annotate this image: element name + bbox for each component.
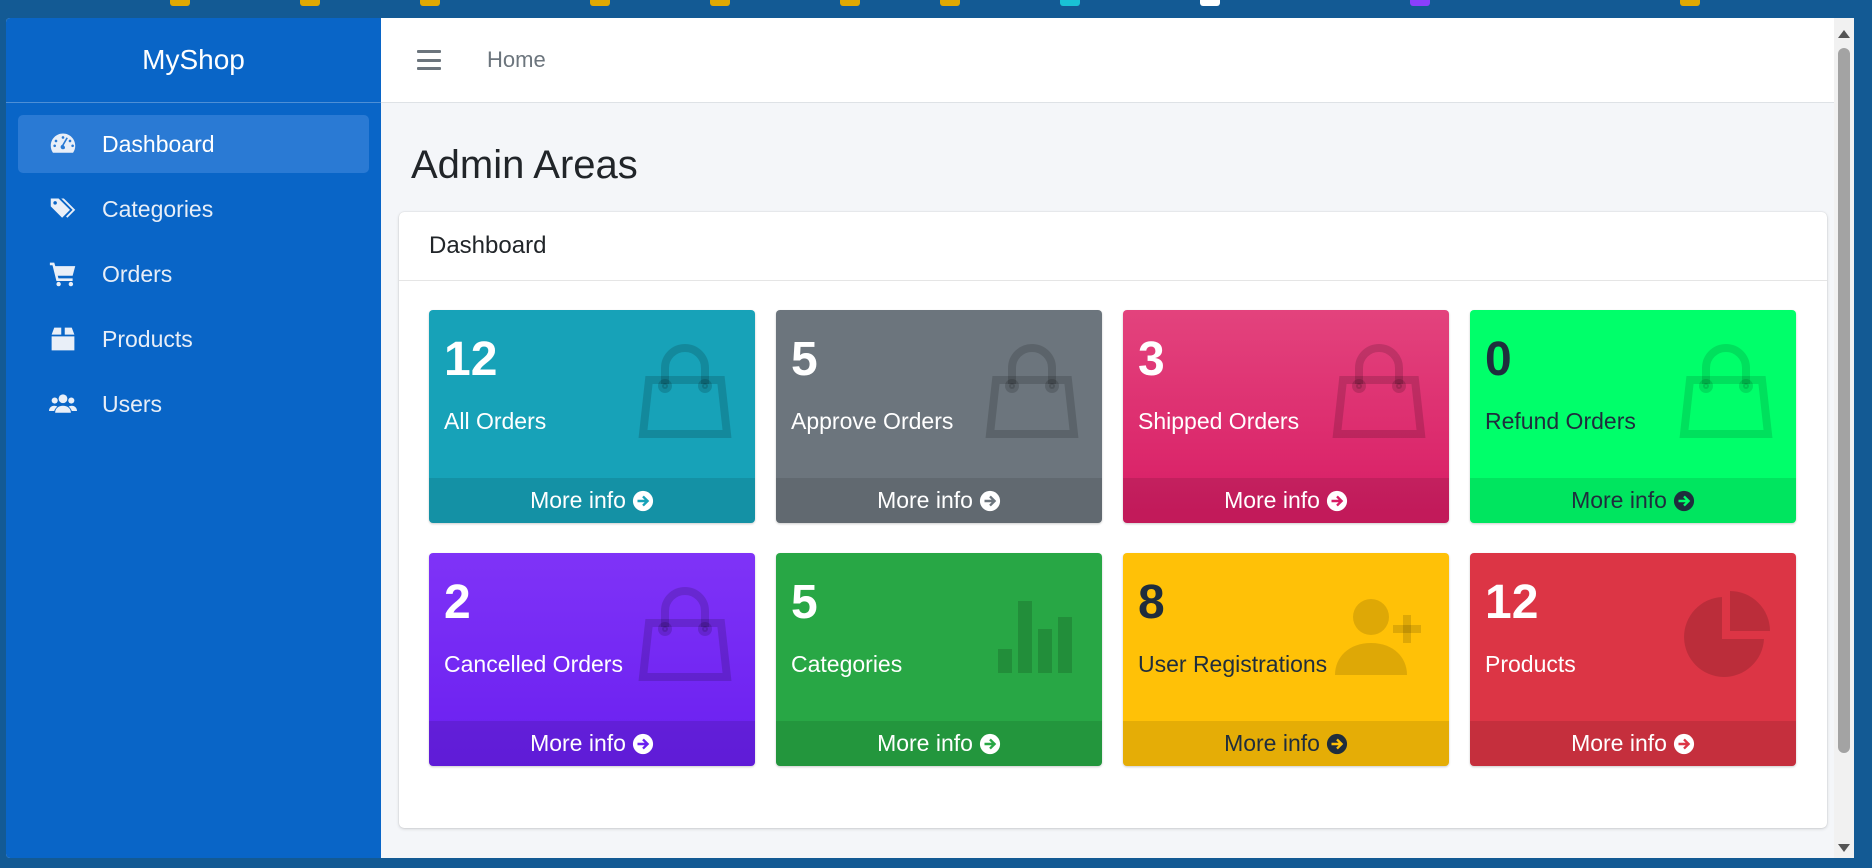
box-icon [46,324,80,354]
more-info-link[interactable]: More info [429,721,755,766]
stat-value: 12 [1485,576,1539,629]
arrow-circle-right-icon [1673,733,1695,754]
sidebar-item-label: Users [102,390,163,417]
more-info-link[interactable]: More info [1123,721,1449,766]
page-title: Admin Areas [411,143,638,187]
user-plus-icon [1331,587,1427,683]
app-window: MyShop Dashboard Categories Orders Produ… [6,18,1854,858]
shopping-bag-icon [1678,344,1774,440]
more-info-link[interactable]: More info [776,478,1102,523]
bar-chart-icon [984,587,1080,683]
arrow-circle-right-icon [1326,733,1348,754]
home-link[interactable]: Home [487,47,546,73]
stat-box-all-orders: 12 All Orders More info [429,310,755,523]
dashboard-card: Dashboard 12 All Orders More info 5 Appr… [399,212,1827,828]
main-content: Home Admin Areas Dashboard 12 All Orders… [381,18,1854,858]
top-navbar: Home [381,18,1854,103]
stat-box-user-registrations: 8 User Registrations More info [1123,553,1449,766]
more-info-label: More info [530,730,626,756]
sidebar-item-dashboard[interactable]: Dashboard [18,115,369,173]
shopping-bag-icon [637,344,733,440]
stat-label: User Registrations [1138,651,1328,677]
stat-value: 5 [791,576,818,629]
stat-box-shipped-orders: 3 Shipped Orders More info [1123,310,1449,523]
tags-icon [46,194,80,224]
more-info-label: More info [530,487,626,513]
stat-value: 12 [444,333,498,386]
brand-logo[interactable]: MyShop [6,18,381,103]
sidebar: MyShop Dashboard Categories Orders Produ… [6,18,381,858]
stat-label: Refund Orders [1485,408,1636,434]
arrow-circle-right-icon [979,733,1001,754]
pie-chart-icon [1678,587,1774,683]
scroll-down-arrow-icon[interactable] [1838,844,1850,852]
sidebar-nav: Dashboard Categories Orders Products Use… [6,103,381,452]
more-info-link[interactable]: More info [429,478,755,523]
stat-box-approve-orders: 5 Approve Orders More info [776,310,1102,523]
stat-label: All Orders [444,408,547,434]
shopping-bag-icon [984,344,1080,440]
more-info-label: More info [877,730,973,756]
more-info-link[interactable]: More info [1470,721,1796,766]
cart-icon [46,259,80,289]
shopping-bag-icon [1331,344,1427,440]
arrow-circle-right-icon [979,490,1001,511]
stat-box-cancelled-orders: 2 Cancelled Orders More info [429,553,755,766]
arrow-circle-right-icon [1326,490,1348,511]
arrow-circle-right-icon [1673,490,1695,511]
more-info-label: More info [1571,730,1667,756]
stat-value: 8 [1138,576,1165,629]
stat-label: Cancelled Orders [444,651,623,677]
stat-box-products: 12 Products More info [1470,553,1796,766]
sidebar-item-users[interactable]: Users [18,375,369,433]
shopping-bag-icon [637,587,733,683]
card-title: Dashboard [399,212,1827,281]
browser-bookmarks-strip [0,0,1872,18]
stat-value: 0 [1485,333,1512,386]
more-info-label: More info [877,487,973,513]
more-info-label: More info [1224,487,1320,513]
arrow-circle-right-icon [632,733,654,754]
sidebar-item-label: Orders [102,260,173,287]
sidebar-item-products[interactable]: Products [18,310,369,368]
vertical-scrollbar[interactable] [1834,18,1854,858]
sidebar-item-label: Dashboard [102,130,215,157]
more-info-label: More info [1224,730,1320,756]
users-icon [46,389,80,419]
more-info-link[interactable]: More info [776,721,1102,766]
sidebar-item-label: Products [102,325,193,352]
stat-value: 3 [1138,333,1165,386]
tachometer-icon [46,129,80,159]
scrollbar-thumb[interactable] [1838,48,1850,753]
stat-value: 5 [791,333,818,386]
more-info-label: More info [1571,487,1667,513]
scroll-up-arrow-icon[interactable] [1838,30,1850,38]
more-info-link[interactable]: More info [1123,478,1449,523]
stat-value: 2 [444,576,471,629]
sidebar-item-orders[interactable]: Orders [18,245,369,303]
arrow-circle-right-icon [632,490,654,511]
stat-label: Products [1485,651,1576,677]
stats-grid: 12 All Orders More info 5 Approve Orders [429,310,1797,766]
hamburger-icon[interactable] [417,50,441,70]
stat-label: Categories [791,651,903,677]
stat-box-refund-orders: 0 Refund Orders More info [1470,310,1796,523]
stat-label: Approve Orders [791,408,954,434]
sidebar-item-label: Categories [102,195,214,222]
sidebar-item-categories[interactable]: Categories [18,180,369,238]
stat-label: Shipped Orders [1138,408,1300,434]
more-info-link[interactable]: More info [1470,478,1796,523]
stat-box-categories: 5 Categories More info [776,553,1102,766]
